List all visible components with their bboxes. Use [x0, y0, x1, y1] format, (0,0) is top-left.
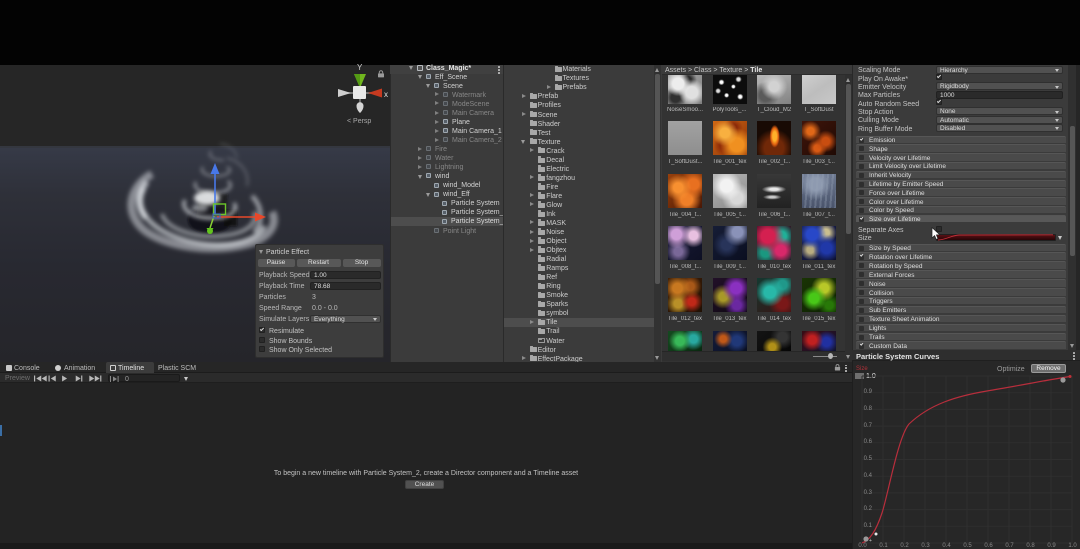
svg-text:Y: Y	[357, 63, 363, 72]
svg-text:+: +	[869, 538, 872, 544]
svg-text:x: x	[384, 90, 388, 99]
